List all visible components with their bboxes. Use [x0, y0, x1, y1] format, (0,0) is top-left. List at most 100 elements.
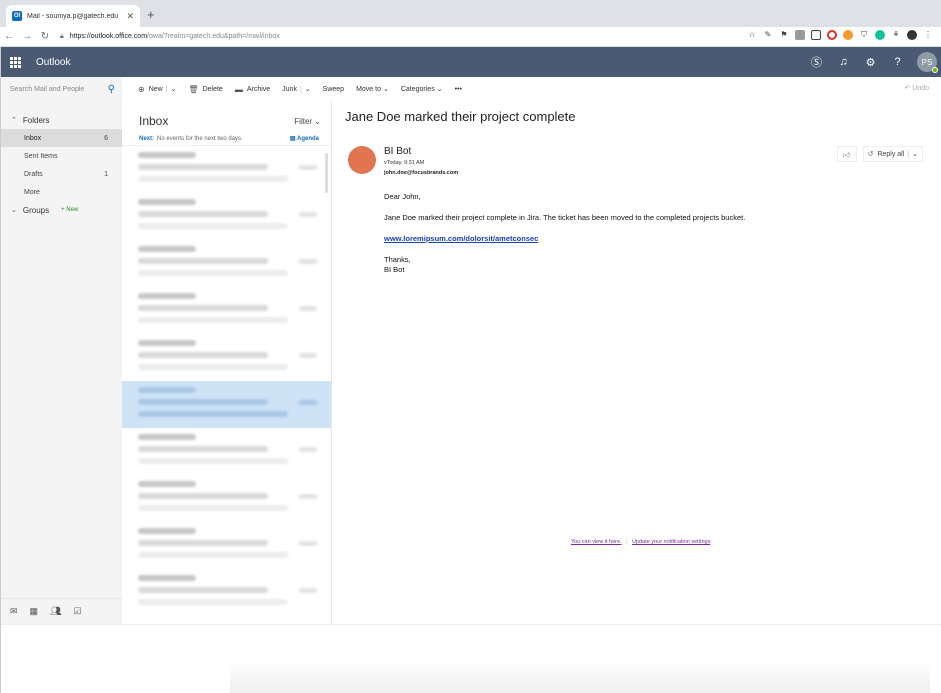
list-item[interactable] [122, 522, 331, 569]
folder-drafts[interactable]: Drafts 1 [0, 165, 122, 183]
grammarly-icon[interactable] [875, 30, 885, 40]
skype-icon[interactable]: Ⓢ [803, 54, 830, 70]
more-actions-button[interactable]: ••• [455, 86, 462, 93]
undo-label: Undo [912, 85, 929, 92]
junk-button[interactable]: Junk | ⌄ [282, 85, 311, 94]
like-icon[interactable]: 👍︎ [836, 146, 857, 162]
folders-header[interactable]: ⌃ Folders [0, 111, 122, 129]
help-icon[interactable]: ? [884, 56, 911, 68]
profile-icon[interactable] [907, 30, 917, 40]
menu-dots-icon[interactable]: ⋮ [923, 30, 933, 40]
presence-icon [932, 67, 938, 73]
chevron-down-icon: ⌄ [11, 207, 17, 214]
chevron-down-icon[interactable]: ⌄ [171, 85, 177, 93]
list-item[interactable] [122, 475, 331, 522]
recipient-address[interactable]: john.doe@focusbrands.com [384, 170, 458, 176]
chevron-down-icon[interactable]: ⌄ [912, 150, 918, 158]
avatar-initials: PS [921, 57, 933, 67]
sender-name[interactable]: BI Bot [384, 146, 411, 157]
browser-tab-strip: Ol Mail - soumya.p@gatech.edu ✕ + [0, 0, 941, 27]
move-to-button[interactable]: Move to ⌄ [356, 85, 389, 94]
list-item[interactable] [122, 146, 331, 193]
search-input[interactable]: Search Mail and People ⚲ [0, 77, 122, 101]
folder-inbox[interactable]: Inbox 6 [0, 129, 122, 147]
draft-count: 1 [104, 170, 108, 178]
delete-button[interactable]: 🗑︎ Delete [188, 85, 222, 94]
message-list: Inbox Filter ⌄ Next: No events for the n… [122, 101, 332, 624]
reload-icon[interactable]: ↻ [36, 31, 54, 42]
folder-label: Sent Items [24, 152, 58, 160]
gear-icon[interactable]: ⚙ [857, 56, 884, 69]
pin-icon[interactable]: ⚑ [779, 30, 789, 40]
puzzle-icon[interactable]: ⚘ [891, 30, 901, 40]
extension-icons: ☆ ✎ ⚑ ⛉ ⚘ ⋮ [747, 30, 933, 40]
signoff: Thanks, [384, 255, 411, 264]
calendar-icon[interactable]: ▦ [30, 606, 39, 617]
star-icon[interactable]: ☆ [747, 30, 757, 40]
command-bar: Search Mail and People ⚲ ⊕ New | ⌄ 🗑︎ Del… [0, 77, 941, 101]
bell-icon[interactable]: ♫ [830, 56, 857, 68]
waffle-icon [9, 56, 21, 68]
folder-label: Inbox [24, 134, 42, 142]
pen-icon[interactable]: ✎ [763, 30, 773, 40]
reply-all-button[interactable]: ↺ Reply all | ⌄ [862, 146, 923, 162]
sweep-label: Sweep [322, 85, 345, 93]
list-item[interactable] [122, 569, 331, 616]
list-item[interactable] [122, 240, 331, 287]
groups-header[interactable]: ⌄ Groups + New [0, 201, 122, 219]
app-name[interactable]: Outlook [36, 57, 70, 68]
body-link[interactable]: www.loremipsum.com/dolorsit/ametconsec [384, 234, 538, 243]
scrollbar[interactable] [325, 153, 328, 193]
sweep-button[interactable]: Sweep [323, 86, 344, 93]
categories-button[interactable]: Categories ⌄ [401, 85, 443, 94]
list-item[interactable] [122, 287, 331, 334]
delete-label: Delete [202, 85, 223, 93]
signature: BI Bot [384, 265, 405, 274]
next-label: Next: [139, 135, 155, 142]
url-host: https://outlook.office.com [69, 33, 148, 40]
filter-button[interactable]: Filter ⌄ [294, 117, 321, 126]
people-icon[interactable]: 👥︎ [50, 606, 61, 617]
module-switcher: ✉ ▦ 👥︎ ☑ [0, 598, 122, 624]
browser-toolbar: ← → ↻ 🔒︎ https://outlook.office.com /owa… [0, 27, 941, 47]
list-item[interactable] [122, 193, 331, 240]
new-label: New [148, 85, 163, 93]
list-item[interactable] [122, 428, 331, 475]
folder-label: More [24, 188, 40, 196]
list-item[interactable] [122, 334, 331, 381]
close-icon[interactable]: ✕ [126, 11, 134, 22]
shield-icon[interactable]: ⛉ [859, 30, 869, 40]
undo-button[interactable]: ↶ Undo [904, 84, 929, 92]
sender-avatar[interactable] [348, 146, 376, 174]
notification-settings-link[interactable]: Update your notification settings [632, 539, 710, 545]
chevron-up-icon: ⌃ [11, 117, 17, 124]
folder-sent-items[interactable]: Sent Items [0, 147, 122, 165]
agenda-preview: Next: No events for the next two days. ▤… [122, 132, 331, 146]
forward-icon[interactable]: → [18, 31, 36, 42]
view-online-link[interactable]: You can view it here. [571, 539, 622, 545]
search-icon[interactable]: ⚲ [108, 84, 115, 95]
new-tab-icon[interactable]: + [147, 7, 155, 22]
mail-icon[interactable]: ✉ [10, 606, 18, 617]
list-item-selected[interactable] [122, 381, 331, 428]
archive-icon: ▬ [234, 84, 243, 94]
back-icon[interactable]: ← [0, 31, 18, 42]
archive-button[interactable]: ▬ Archive [235, 85, 270, 94]
reply-all-icon: ↺ [867, 151, 874, 158]
agenda-button[interactable]: ▤ Agenda [290, 135, 319, 142]
opera-icon[interactable] [827, 30, 837, 40]
screenshot-icon[interactable] [811, 30, 821, 40]
browser-tab[interactable]: Ol Mail - soumya.p@gatech.edu ✕ [6, 5, 140, 27]
folder-more[interactable]: More [0, 183, 122, 201]
new-button[interactable]: ⊕ New | ⌄ [138, 85, 176, 94]
app-launcher-button[interactable] [0, 47, 30, 77]
extension-icon[interactable] [795, 30, 805, 40]
window-shadow [230, 660, 930, 693]
chevron-down-icon[interactable]: ⌄ [305, 85, 311, 93]
address-bar[interactable]: 🔒︎ https://outlook.office.com /owa/?real… [60, 29, 680, 45]
tasks-icon[interactable]: ☑ [74, 606, 82, 617]
groups-label: Groups [22, 205, 50, 215]
dark-mode-icon[interactable] [843, 30, 853, 40]
new-group-link[interactable]: + New [61, 207, 78, 213]
user-avatar[interactable]: PS [917, 52, 938, 73]
